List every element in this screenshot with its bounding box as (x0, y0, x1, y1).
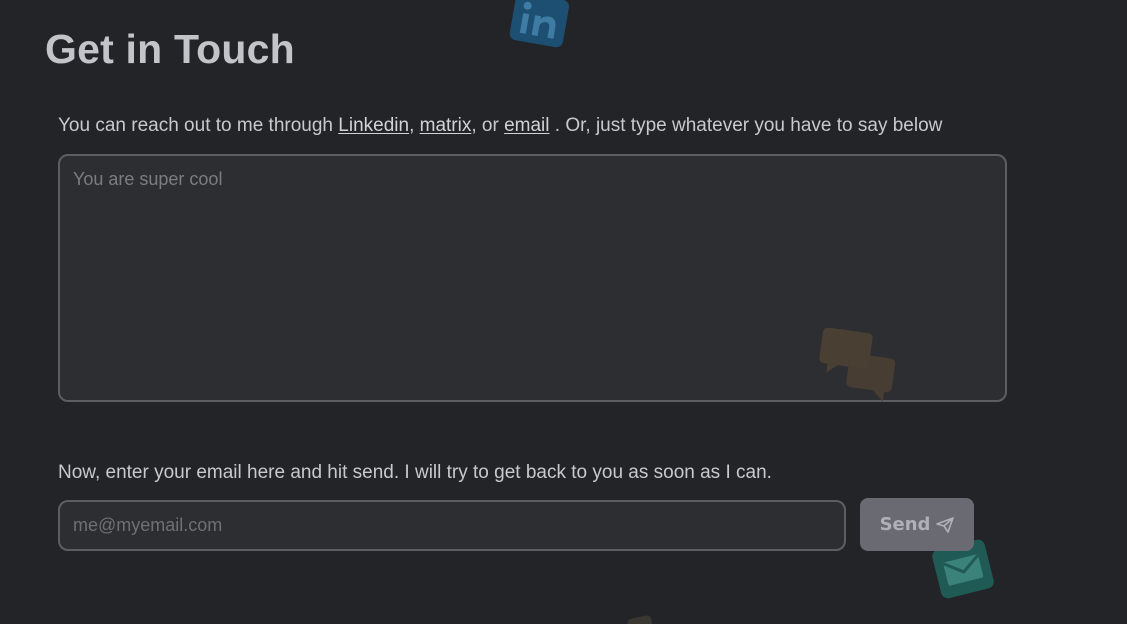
contact-page: Get in Touch You can reach out to me thr… (0, 0, 1127, 624)
message-textarea[interactable] (58, 154, 1007, 402)
intro-text: You can reach out to me through Linkedin… (58, 115, 942, 137)
send-label: Send (879, 514, 931, 535)
intro-separator: , (409, 115, 420, 136)
email-input[interactable] (58, 500, 846, 551)
intro-separator: , or (471, 115, 505, 136)
page-title: Get in Touch (45, 26, 295, 72)
linkedin-link[interactable]: Linkedin (338, 115, 409, 136)
linkedin-icon (509, 0, 569, 48)
intro-prefix: You can reach out to me through (58, 115, 339, 136)
paper-plane-icon (936, 516, 955, 533)
email-link[interactable]: email (504, 115, 549, 136)
email-prompt: Now, enter your email here and hit send.… (58, 462, 772, 483)
decorative-shape (626, 614, 654, 624)
matrix-link[interactable]: matrix (420, 115, 472, 136)
send-button[interactable]: Send (860, 498, 974, 551)
intro-suffix: . Or, just type whatever you have to say… (549, 115, 943, 136)
